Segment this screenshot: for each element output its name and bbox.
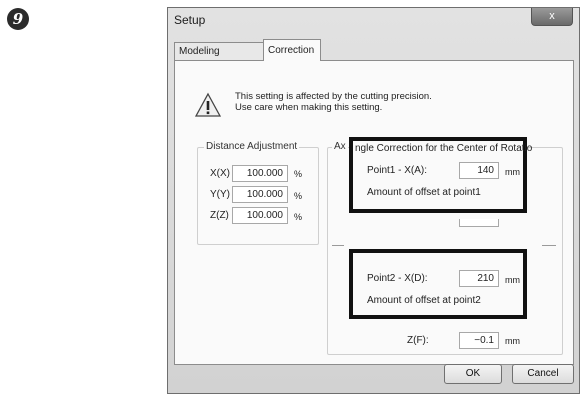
angle-correction-title: ngle Correction for the Center of Rotati… <box>355 143 533 154</box>
group-divider-right <box>542 245 556 246</box>
warning-line-1: This setting is affected by the cutting … <box>235 91 432 102</box>
close-button[interactable]: x <box>531 8 573 26</box>
z-f-offset-field[interactable]: −0.1 <box>459 332 499 349</box>
point2-x-field[interactable]: 210 <box>459 270 499 287</box>
x-distance-field[interactable]: 100.000 <box>232 165 288 182</box>
tab-correction[interactable]: Correction <box>263 39 321 61</box>
z-f-label: Z(F): <box>407 335 429 346</box>
warning-icon <box>195 92 221 117</box>
z-label: Z(Z) <box>210 210 229 221</box>
x-unit: % <box>294 169 303 179</box>
close-icon: x <box>549 10 555 22</box>
y-unit: % <box>294 191 303 201</box>
point1-unit: mm <box>505 167 520 177</box>
dialog-client: Modeling Machine Correction This setting… <box>174 39 574 365</box>
y-distance-field[interactable]: 100.000 <box>232 186 288 203</box>
distance-adjustment-group: Distance Adjustment X(X) 100.000 % Y(Y) … <box>197 141 319 245</box>
angle-correction-title-fragment: Ax <box>332 141 348 153</box>
ok-button[interactable]: OK <box>444 364 502 384</box>
point1-label: Point1 - X(A): <box>367 165 428 176</box>
group-divider-left <box>332 245 344 246</box>
cancel-button[interactable]: Cancel <box>512 364 574 384</box>
title-bar: Setup x <box>168 8 579 32</box>
warning-message: This setting is affected by the cutting … <box>235 91 432 113</box>
correction-panel: This setting is affected by the cutting … <box>174 60 574 365</box>
hidden-field-stub-1 <box>459 219 499 227</box>
point1-x-field[interactable]: 140 <box>459 162 499 179</box>
point1-offset-label: Amount of offset at point1 <box>367 187 481 198</box>
window-title: Setup <box>174 13 206 27</box>
z-distance-field[interactable]: 100.000 <box>232 207 288 224</box>
step-number-badge: 9 <box>7 8 29 30</box>
distance-adjustment-title: Distance Adjustment <box>204 141 300 153</box>
point2-offset-label: Amount of offset at point2 <box>367 295 481 306</box>
point1-highlight-box: ngle Correction for the Center of Rotati… <box>349 137 532 213</box>
point2-highlight-box: Point2 - X(D): 210 mm Amount of offset a… <box>349 249 527 319</box>
y-label: Y(Y) <box>210 189 230 200</box>
setup-dialog: Setup x Modeling Machine Correction This… <box>167 7 580 394</box>
z-f-unit: mm <box>505 336 520 346</box>
point2-label: Point2 - X(D): <box>367 273 428 284</box>
x-label: X(X) <box>210 168 230 179</box>
point2-unit: mm <box>505 275 520 285</box>
tab-modeling-machine[interactable]: Modeling Machine <box>174 42 264 75</box>
warning-line-2: Use care when making this setting. <box>235 102 383 113</box>
z-unit: % <box>294 212 303 222</box>
